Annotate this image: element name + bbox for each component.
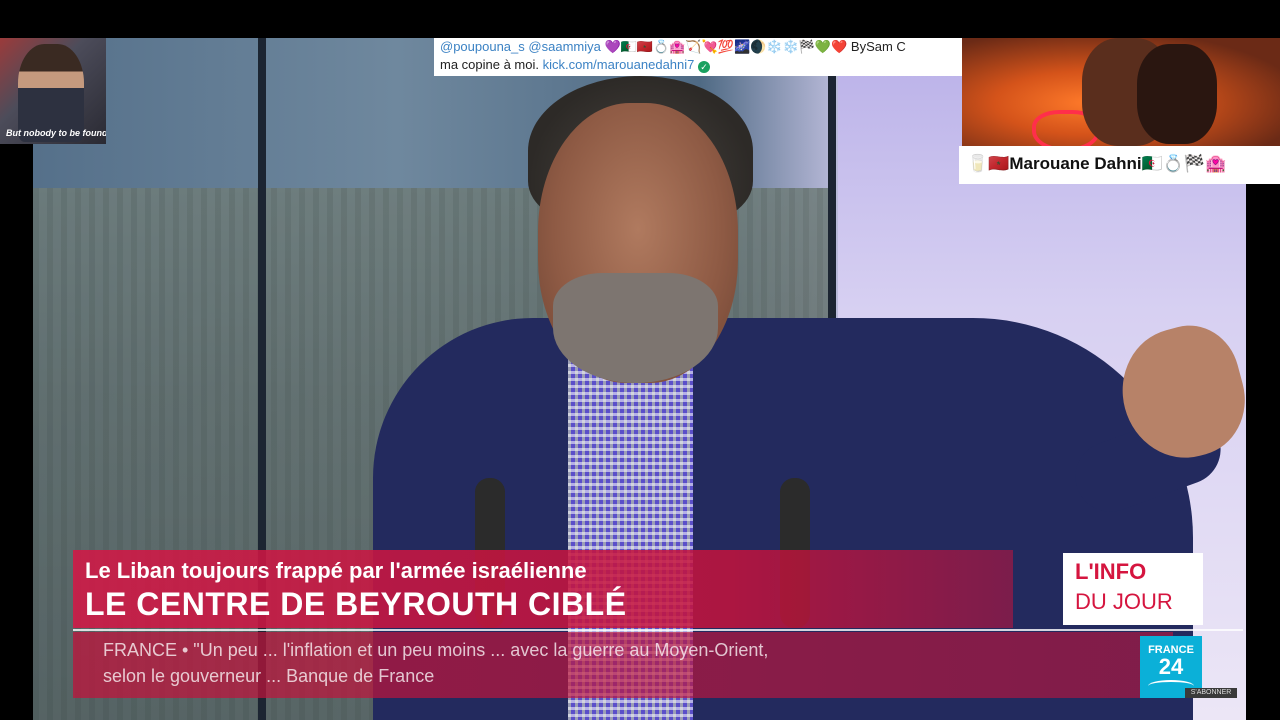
streamer-name-bar: 🥛🇲🇦Marouane Dahni🇩🇿💍🏁🏩 xyxy=(959,146,1280,184)
headline-banner: Le Liban toujours frappé par l'armée isr… xyxy=(73,550,1013,628)
chat-message: @poupouna_s @saammiya 💜🇩🇿🇲🇦💍🏩🏹💘💯🌌🌒❄️❄️🏁💚… xyxy=(434,38,962,76)
headline-subtitle: Le Liban toujours frappé par l'armée isr… xyxy=(85,558,587,583)
ticker-line: selon le gouverneur ... Banque de France xyxy=(103,666,435,686)
program-subtitle: DU JOUR xyxy=(1075,589,1173,614)
streamer-webcam-thumbnail: But nobody to be found xyxy=(0,38,106,144)
thumbnail-caption: But nobody to be found xyxy=(6,128,106,138)
program-badge: L'INFO DU JOUR xyxy=(1063,553,1203,625)
ticker-line: FRANCE • "Un peu ... l'inflation et un p… xyxy=(103,640,769,660)
chat-emojis: 💜🇩🇿🇲🇦💍🏩🏹💘💯🌌🌒❄️❄️🏁💚❤️ xyxy=(604,39,848,54)
headline-title: LE CENTRE DE BEYROUTH CIBLÉ xyxy=(85,586,627,622)
news-ticker: FRANCE • "Un peu ... l'inflation et un p… xyxy=(73,632,1173,698)
chat-handle[interactable]: @saammiya xyxy=(528,39,600,54)
chat-text: ma copine à moi. xyxy=(440,57,539,72)
chat-signature: BySam C xyxy=(850,39,906,54)
overlay-figure xyxy=(1137,44,1217,144)
chat-handle[interactable]: @poupouna_s xyxy=(440,39,525,54)
chat-link[interactable]: kick.com/marouanedahni7 xyxy=(543,57,695,72)
chat-line: @poupouna_s @saammiya 💜🇩🇿🇲🇦💍🏩🏹💘💯🌌🌒❄️❄️🏁💚… xyxy=(440,39,906,55)
chat-line: ma copine à moi. kick.com/marouanedahni7… xyxy=(440,57,710,73)
channel-number: 24 xyxy=(1158,654,1184,679)
program-title: L'INFO xyxy=(1075,559,1147,584)
streamer-name: 🥛🇲🇦Marouane Dahni🇩🇿💍🏁🏩 xyxy=(967,154,1227,173)
subscribe-button[interactable]: S'ABONNER xyxy=(1185,688,1237,698)
verified-icon: ✓ xyxy=(698,61,710,73)
speaker-beard xyxy=(553,273,718,383)
banner-divider xyxy=(73,629,1243,631)
overlay-image xyxy=(962,38,1280,146)
